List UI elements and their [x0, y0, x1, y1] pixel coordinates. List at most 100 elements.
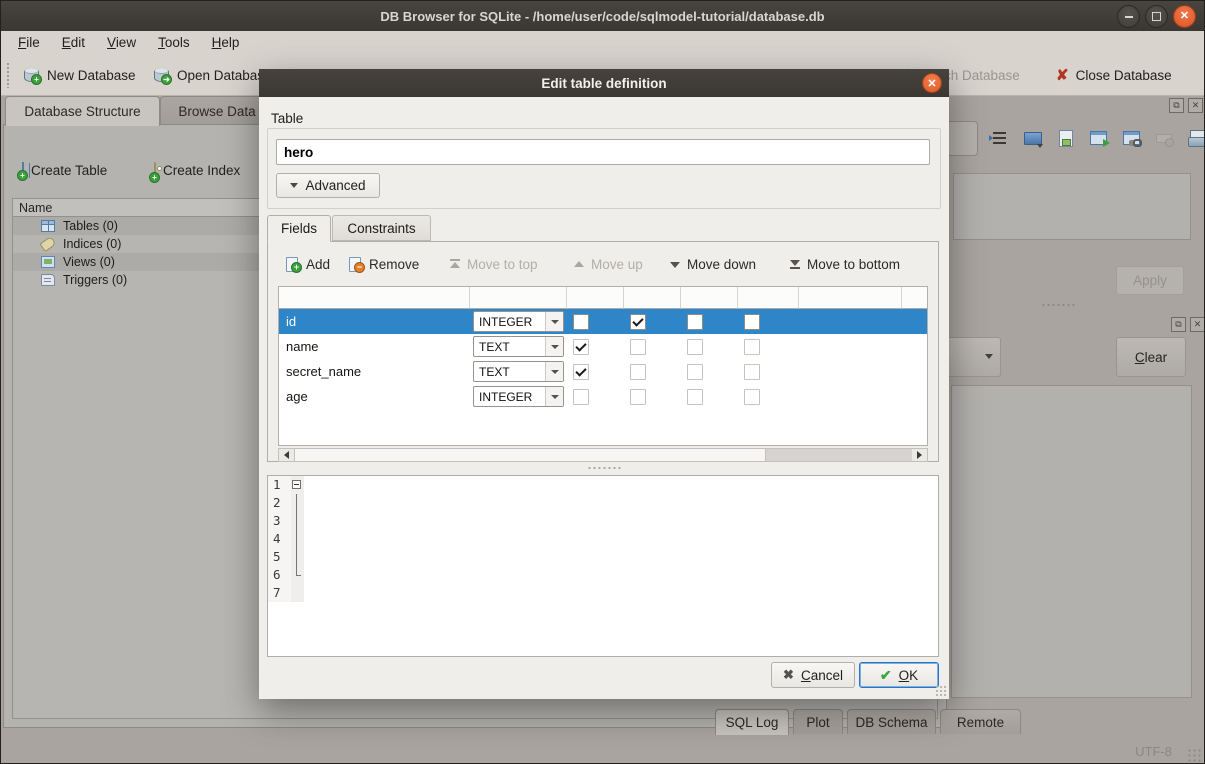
column-header[interactable]	[681, 287, 738, 309]
not-null-checkbox[interactable]	[573, 389, 589, 405]
dialog-titlebar[interactable]: Edit table definition	[259, 69, 949, 97]
dock-float-icon[interactable]: ⧉	[1171, 317, 1186, 332]
check-cell[interactable]	[902, 384, 927, 409]
autoincrement-checkbox[interactable]	[687, 389, 703, 405]
scroll-right-arrow[interactable]	[912, 449, 927, 461]
check-cell[interactable]	[902, 309, 927, 334]
column-header[interactable]	[799, 287, 902, 309]
table-name-input[interactable]: hero	[276, 139, 930, 165]
sql-log-area[interactable]	[951, 385, 1192, 698]
advanced-toggle-button[interactable]: Advanced	[276, 173, 380, 198]
type-combobox[interactable]: TEXT	[473, 336, 564, 357]
dialog-resize-grip[interactable]	[935, 685, 947, 697]
fold-marker[interactable]	[291, 476, 304, 494]
bottom-dock-tab[interactable]: Remote	[940, 709, 1021, 734]
sql-preview-editor[interactable]: 1 2 3 4 5	[267, 475, 939, 657]
menu-item[interactable]: View	[96, 33, 147, 53]
dock-toolbar-icon[interactable]	[1121, 129, 1143, 148]
field-action-button[interactable]: Add	[286, 251, 330, 277]
dock-toolbar-icon[interactable]	[1022, 129, 1044, 148]
default-cell[interactable]	[799, 334, 902, 359]
autoincrement-checkbox[interactable]	[687, 314, 703, 330]
field-action-button[interactable]: Move to top	[449, 251, 538, 277]
field-name-cell[interactable]: id	[279, 309, 470, 334]
unique-checkbox[interactable]	[744, 364, 760, 380]
scroll-left-arrow[interactable]	[279, 449, 294, 461]
ok-button[interactable]: ✔ OK	[859, 662, 939, 688]
bottom-dock-tab[interactable]: Plot	[793, 709, 843, 734]
tab-database-structure[interactable]: Database Structure	[5, 96, 160, 126]
minimize-button[interactable]	[1117, 5, 1140, 28]
field-action-button[interactable]: Remove	[349, 251, 419, 277]
primary-key-checkbox[interactable]	[630, 364, 646, 380]
default-cell[interactable]	[799, 309, 902, 334]
dock-float-icon[interactable]: ⧉	[1169, 98, 1184, 113]
fold-marker[interactable]	[291, 494, 304, 512]
dock-splitter-handle[interactable]	[1041, 303, 1075, 307]
fold-marker[interactable]	[291, 548, 304, 566]
default-cell[interactable]	[799, 359, 902, 384]
cancel-button[interactable]: ✖ Cancel	[771, 662, 855, 688]
not-null-checkbox[interactable]	[573, 364, 589, 380]
clear-log-button[interactable]: Clear	[1116, 337, 1186, 377]
column-header[interactable]	[738, 287, 799, 309]
primary-key-checkbox[interactable]	[630, 339, 646, 355]
tab-browse-data[interactable]: Browse Data	[160, 96, 274, 125]
column-header[interactable]	[902, 287, 927, 309]
close-button[interactable]: ✕	[1173, 5, 1196, 28]
column-header[interactable]	[624, 287, 681, 309]
dock-toolbar-icon[interactable]	[1154, 129, 1176, 148]
fold-marker[interactable]	[291, 584, 304, 602]
not-null-checkbox[interactable]	[573, 314, 589, 330]
field-row[interactable]: secret_name TEXT	[279, 359, 927, 384]
fold-marker[interactable]	[291, 512, 304, 530]
fold-marker[interactable]	[291, 566, 304, 584]
field-action-button[interactable]: Move to bottom	[789, 251, 900, 277]
type-combobox[interactable]: INTEGER	[473, 311, 564, 332]
dialog-splitter-handle[interactable]	[587, 466, 621, 470]
not-null-checkbox[interactable]	[573, 339, 589, 355]
dock-close-icon[interactable]: ✕	[1188, 98, 1203, 113]
menu-item[interactable]: Edit	[51, 33, 96, 53]
window-titlebar[interactable]: DB Browser for SQLite - /home/user/code/…	[1, 1, 1204, 31]
open-database-button[interactable]: ➜ Open Database	[153, 54, 272, 96]
toolbar-grip[interactable]	[6, 62, 10, 88]
field-row[interactable]: name TEXT	[279, 334, 927, 359]
type-combobox[interactable]: TEXT	[473, 361, 564, 382]
dock-close-icon[interactable]: ✕	[1190, 317, 1205, 332]
default-cell[interactable]	[799, 384, 902, 409]
autoincrement-checkbox[interactable]	[687, 339, 703, 355]
dock-toolbar-icon[interactable]	[1055, 129, 1077, 148]
primary-key-checkbox[interactable]	[630, 389, 646, 405]
bottom-dock-tab[interactable]: SQL Log	[715, 709, 789, 735]
unique-checkbox[interactable]	[744, 314, 760, 330]
menu-item[interactable]: Help	[201, 33, 251, 53]
dock-toolbar-icon[interactable]	[1187, 129, 1205, 148]
menu-item[interactable]: File	[7, 33, 51, 53]
create-index-button[interactable]: + Create Index	[154, 163, 240, 178]
check-cell[interactable]	[902, 359, 927, 384]
menu-item[interactable]: Tools	[147, 33, 201, 53]
tab-fields[interactable]: Fields	[267, 215, 331, 242]
field-row[interactable]: age INTEGER	[279, 384, 927, 409]
close-database-button[interactable]: ✘ Close Database	[1056, 54, 1172, 96]
resize-grip[interactable]	[1187, 748, 1201, 762]
dialog-close-button[interactable]: ✕	[922, 73, 942, 93]
create-table-button[interactable]: + Create Table	[22, 163, 107, 178]
field-action-button[interactable]: Move up	[573, 251, 643, 277]
autoincrement-checkbox[interactable]	[687, 364, 703, 380]
horizontal-scrollbar[interactable]	[278, 448, 928, 462]
fold-marker[interactable]	[291, 530, 304, 548]
new-database-button[interactable]: + New Database	[23, 54, 136, 96]
dock-toolbar-icon[interactable]	[1088, 129, 1110, 148]
primary-key-checkbox[interactable]	[630, 314, 646, 330]
encoding-indicator[interactable]: UTF-8	[1135, 744, 1172, 759]
tab-constraints[interactable]: Constraints	[332, 215, 431, 241]
bottom-dock-tab[interactable]: DB Schema	[847, 709, 936, 734]
field-name-cell[interactable]: secret_name	[279, 359, 470, 384]
column-header[interactable]	[470, 287, 567, 309]
type-combobox[interactable]: INTEGER	[473, 386, 564, 407]
unique-checkbox[interactable]	[744, 389, 760, 405]
column-header[interactable]	[279, 287, 470, 309]
column-header[interactable]	[567, 287, 624, 309]
